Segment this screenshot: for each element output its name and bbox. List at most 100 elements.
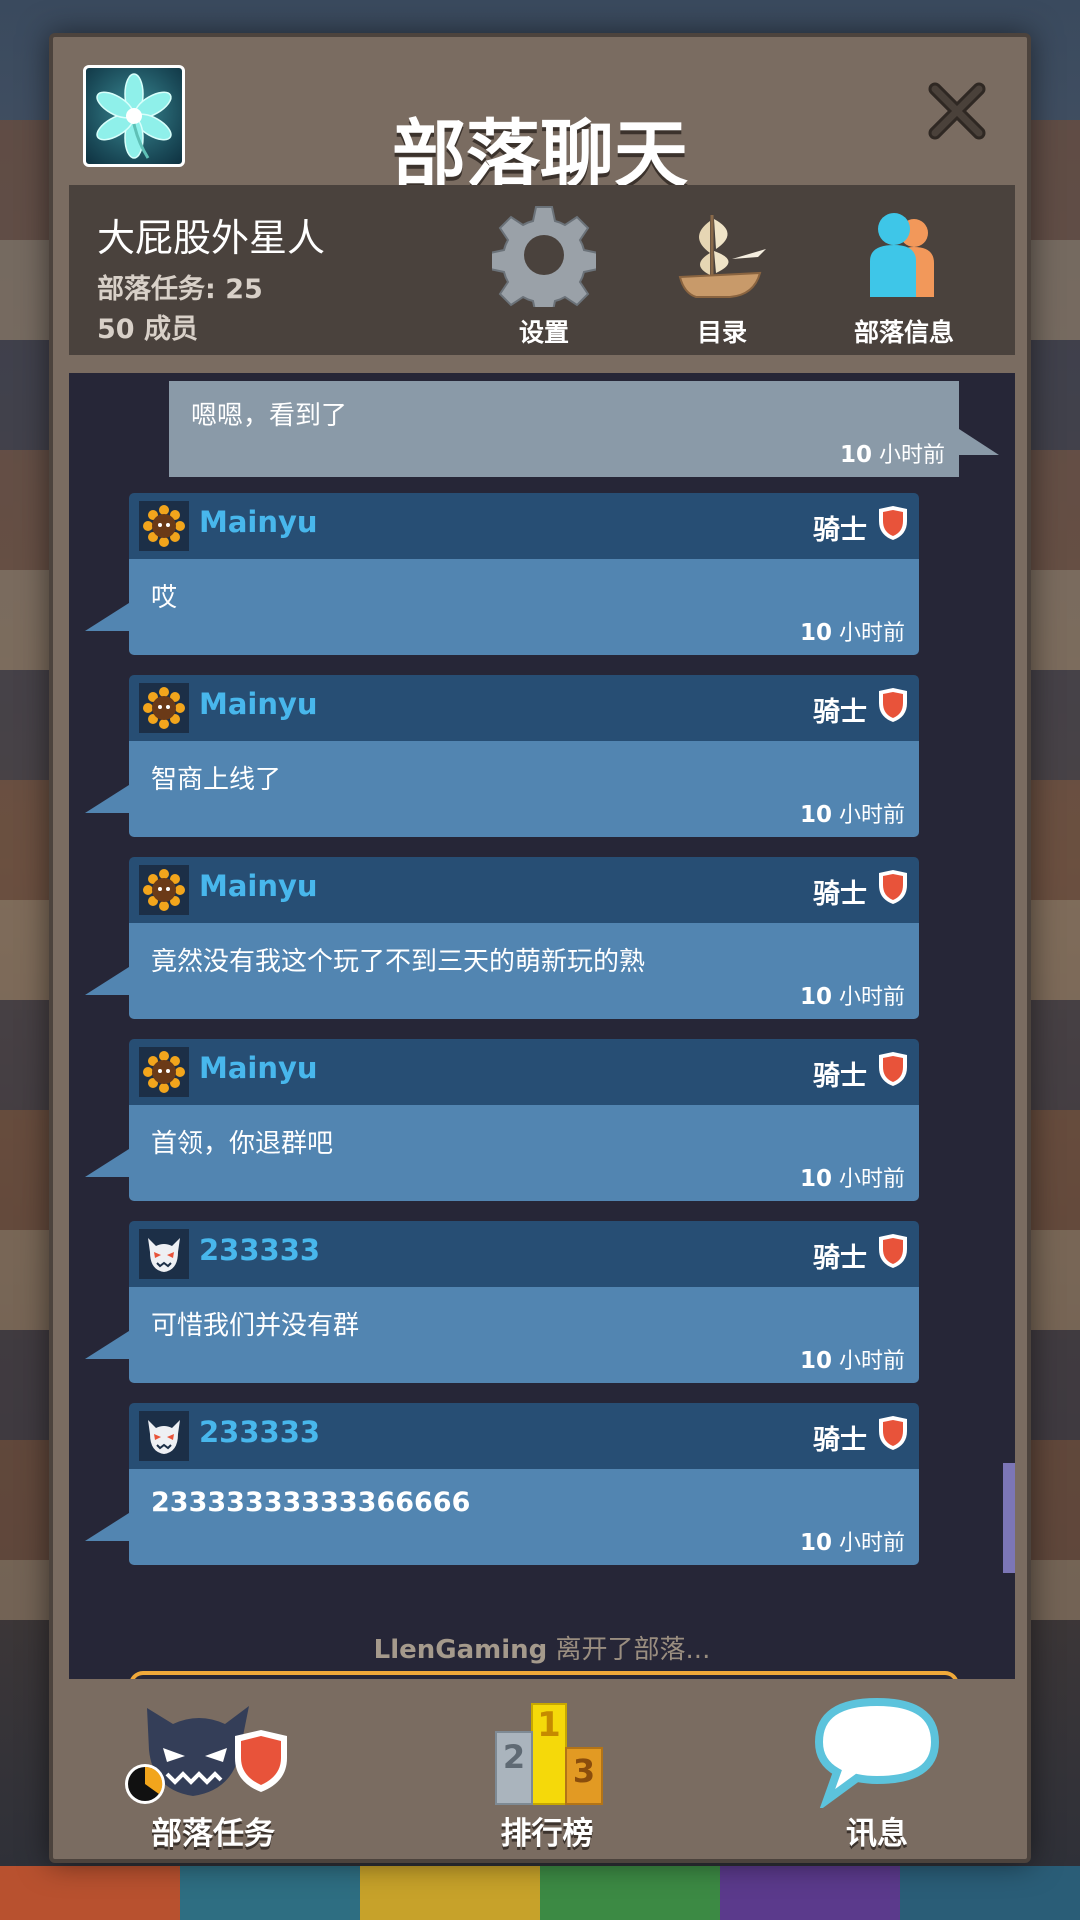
message-timestamp: 10 小时前: [799, 1348, 905, 1374]
clan-info-label: 部落信息: [853, 318, 954, 347]
user-avatar[interactable]: [139, 865, 189, 915]
message-header: Mainyu 骑士: [129, 493, 919, 559]
member-rank: 骑士: [813, 515, 867, 546]
ship-icon: [678, 215, 766, 298]
member-rank: 骑士: [813, 1061, 867, 1092]
message-timestamp: 10 小时前: [799, 984, 905, 1010]
directory-label: 目录: [696, 318, 747, 347]
demon-mask-icon: [148, 1238, 180, 1272]
message-header: Mainyu 骑士: [129, 675, 919, 741]
shield-icon: [879, 1416, 907, 1450]
message-header: 233333 骑士: [129, 1221, 919, 1287]
message-tail: [85, 1149, 129, 1177]
chat-message: 233333 骑士 可惜我们并没有群 10 小时前: [85, 1221, 919, 1383]
chat-message: 233333 骑士 23333333333366666 10 小时前: [85, 1403, 919, 1565]
username[interactable]: Mainyu: [199, 1051, 318, 1085]
sunflower-icon: [143, 1051, 185, 1093]
members-icon: [870, 213, 934, 297]
message-header: Mainyu 骑士: [129, 1039, 919, 1105]
chat-message: Mainyu 骑士 首领，你退群吧 10 小时前: [85, 1039, 919, 1201]
gear-icon: [492, 206, 596, 307]
message-tail: [85, 785, 129, 813]
message-body: 可惜我们并没有群 10 小时前: [129, 1287, 919, 1383]
message-text: 可惜我们并没有群: [151, 1311, 360, 1341]
message-tail: [959, 429, 999, 455]
message-text: 嗯嗯，看到了: [191, 401, 348, 431]
clan-member-count: 50 成员: [97, 314, 198, 345]
sunflower-icon: [143, 869, 185, 911]
message-tail: [85, 1513, 129, 1541]
message-text: 23333333333366666: [151, 1487, 471, 1518]
speech-bubble-icon: [814, 1697, 940, 1808]
shield-icon: [879, 1234, 907, 1268]
message-text: 竟然没有我这个玩了不到三天的萌新玩的熟: [151, 947, 646, 977]
settings-button[interactable]: 设置: [469, 199, 619, 349]
background-tab-strip: [0, 1866, 1080, 1920]
clan-info-button[interactable]: 部落信息: [819, 199, 989, 349]
username[interactable]: 233333: [199, 1233, 320, 1267]
close-button[interactable]: [921, 75, 993, 147]
settings-label: 设置: [518, 318, 569, 347]
message-body: 23333333333366666 10 小时前: [129, 1469, 919, 1565]
podium-second: 2: [503, 1738, 525, 1776]
podium-first: 1: [537, 1705, 561, 1745]
leaderboard-label: 排行榜: [500, 1816, 594, 1852]
leaderboard-button[interactable]: 1 2 3 排行榜: [427, 1679, 667, 1867]
message-body: 首领，你退群吧 10 小时前: [129, 1105, 919, 1201]
chat-scrollbar[interactable]: [1003, 1463, 1015, 1573]
message-text: 首领，你退群吧: [151, 1129, 334, 1159]
sunflower-icon: [143, 505, 185, 547]
system-notice: LlenGaming 离开了部落...: [69, 1629, 1015, 1666]
close-icon: [928, 82, 986, 140]
podium-icon: 1 2 3: [495, 1703, 603, 1805]
message-header: Mainyu 骑士: [129, 857, 919, 923]
shield-icon: [879, 688, 907, 722]
user-avatar[interactable]: [139, 1229, 189, 1279]
message-tail: [85, 603, 129, 631]
message-body: 竟然没有我这个玩了不到三天的萌新玩的熟 10 小时前: [129, 923, 919, 1019]
chat-message: Mainyu 骑士 竟然没有我这个玩了不到三天的萌新玩的熟 10 小时前: [85, 857, 919, 1019]
system-notice-text: 离开了部落...: [547, 1635, 711, 1665]
chat-message-list[interactable]: 嗯嗯，看到了 10 小时前 Mainyu 骑士 哎 10 小时前 Mainyu …: [69, 373, 1015, 1679]
clan-tasks-button[interactable]: 部落任务: [93, 1679, 333, 1867]
message-header: 233333 骑士: [129, 1403, 919, 1469]
user-avatar[interactable]: [139, 1411, 189, 1461]
podium-third: 3: [573, 1752, 595, 1790]
bottom-navigation: 部落任务 1 2 3 排行榜 讯息: [53, 1679, 1027, 1867]
message-text: 智商上线了: [151, 765, 282, 795]
shield-icon: [879, 1052, 907, 1086]
clan-tasks-icon: [125, 1706, 287, 1804]
shield-icon: [879, 870, 907, 904]
modal-header: 部落聊天: [53, 37, 1027, 198]
clan-info-bar: 大屁股外星人 部落任务: 25 50 成员 设置 目录 部落信息: [69, 185, 1015, 355]
chat-input-field[interactable]: [129, 1671, 959, 1679]
username[interactable]: Mainyu: [199, 869, 318, 903]
username[interactable]: Mainyu: [199, 687, 318, 721]
user-avatar[interactable]: [139, 1047, 189, 1097]
messages-button[interactable]: 讯息: [757, 1679, 997, 1867]
member-rank: 骑士: [813, 1243, 867, 1274]
user-avatar[interactable]: [139, 501, 189, 551]
username[interactable]: 233333: [199, 1415, 320, 1449]
message-text: 哎: [151, 583, 178, 613]
clan-task-count: 部落任务: 25: [97, 274, 263, 305]
shield-icon: [879, 506, 907, 540]
username[interactable]: Mainyu: [199, 505, 318, 539]
message-timestamp: 10 小时前: [799, 1166, 905, 1192]
chat-message: Mainyu 骑士 智商上线了 10 小时前: [85, 675, 919, 837]
clan-name: 大屁股外星人: [97, 216, 326, 260]
message-body: 哎 10 小时前: [129, 559, 919, 655]
messages-label: 讯息: [846, 1816, 908, 1852]
message-body: 智商上线了 10 小时前: [129, 741, 919, 837]
directory-button[interactable]: 目录: [647, 199, 797, 349]
sunflower-icon: [143, 687, 185, 729]
clan-tasks-label: 部落任务: [151, 1816, 275, 1852]
message-timestamp: 10 小时前: [799, 802, 905, 828]
demon-mask-icon: [148, 1420, 180, 1454]
user-avatar[interactable]: [139, 683, 189, 733]
message-timestamp: 10 小时前: [799, 620, 905, 646]
message-tail: [85, 967, 129, 995]
chat-message: Mainyu 骑士 哎 10 小时前: [85, 493, 919, 655]
member-rank: 骑士: [813, 879, 867, 910]
system-notice-user: LlenGaming: [373, 1635, 548, 1665]
